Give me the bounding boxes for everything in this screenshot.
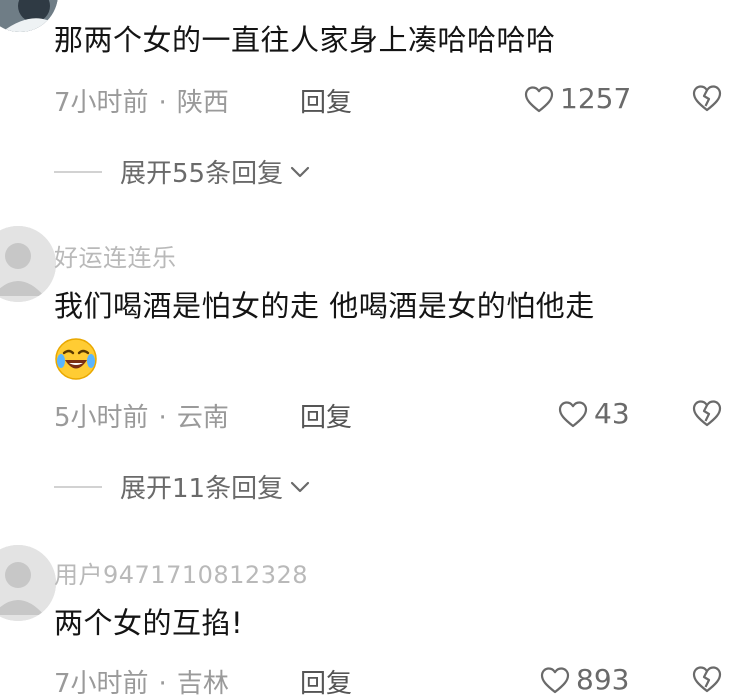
comment-text: 两个女的互掐! bbox=[54, 606, 244, 640]
broken-heart-icon bbox=[692, 84, 722, 112]
comment-text: 那两个女的一直往人家身上凑哈哈哈哈 bbox=[54, 23, 556, 57]
expand-replies-label: 展开55条回复 bbox=[120, 159, 284, 189]
like-count: 893 bbox=[576, 663, 630, 696]
reply-button[interactable]: 回复 bbox=[300, 663, 352, 700]
heart-outline-icon bbox=[524, 85, 554, 113]
like-button[interactable]: 893 bbox=[540, 663, 629, 696]
heart-outline-icon bbox=[558, 400, 588, 428]
comment-time: 5小时前 bbox=[54, 403, 149, 433]
comment-location: 陕西 bbox=[176, 88, 229, 118]
chevron-down-icon bbox=[289, 165, 311, 179]
username[interactable]: 用户9471710812328 bbox=[54, 555, 308, 590]
dislike-button[interactable] bbox=[692, 665, 722, 693]
broken-heart-icon bbox=[692, 665, 722, 693]
comment-meta: 7小时前 · 吉林 bbox=[54, 663, 229, 700]
divider bbox=[54, 485, 102, 488]
comment-location: 吉林 bbox=[176, 669, 229, 699]
divider bbox=[54, 170, 102, 173]
comment-time: 7小时前 bbox=[54, 669, 149, 699]
comment-text: 我们喝酒是怕女的走 他喝酒是女的怕他走 bbox=[54, 289, 595, 323]
dislike-button[interactable] bbox=[692, 84, 722, 112]
expand-replies-button[interactable]: 展开11条回复 bbox=[54, 468, 311, 505]
like-button[interactable]: 1257 bbox=[524, 82, 631, 115]
chevron-down-icon bbox=[289, 480, 311, 494]
reply-button[interactable]: 回复 bbox=[300, 397, 352, 434]
meta-separator: · bbox=[158, 403, 167, 433]
username[interactable]: 好运连连乐 bbox=[54, 238, 177, 273]
avatar[interactable] bbox=[0, 0, 58, 32]
avatar[interactable] bbox=[0, 226, 56, 302]
expand-replies-button[interactable]: 展开55条回复 bbox=[54, 153, 311, 190]
like-count: 1257 bbox=[560, 82, 632, 115]
meta-separator: · bbox=[158, 88, 167, 118]
dislike-button[interactable] bbox=[692, 399, 722, 427]
comment-meta: 5小时前 · 云南 bbox=[54, 397, 229, 434]
comment-location: 云南 bbox=[176, 403, 229, 433]
laughing-tears-emoji-icon bbox=[54, 337, 98, 381]
like-count: 43 bbox=[594, 397, 630, 430]
like-button[interactable]: 43 bbox=[558, 397, 630, 430]
broken-heart-icon bbox=[692, 399, 722, 427]
expand-replies-label: 展开11条回复 bbox=[120, 474, 284, 504]
meta-separator: · bbox=[158, 669, 167, 699]
comment-time: 7小时前 bbox=[54, 88, 149, 118]
reply-button[interactable]: 回复 bbox=[300, 82, 352, 119]
avatar[interactable] bbox=[0, 545, 56, 621]
comment-meta: 7小时前 · 陕西 bbox=[54, 82, 229, 119]
heart-outline-icon bbox=[540, 666, 570, 694]
